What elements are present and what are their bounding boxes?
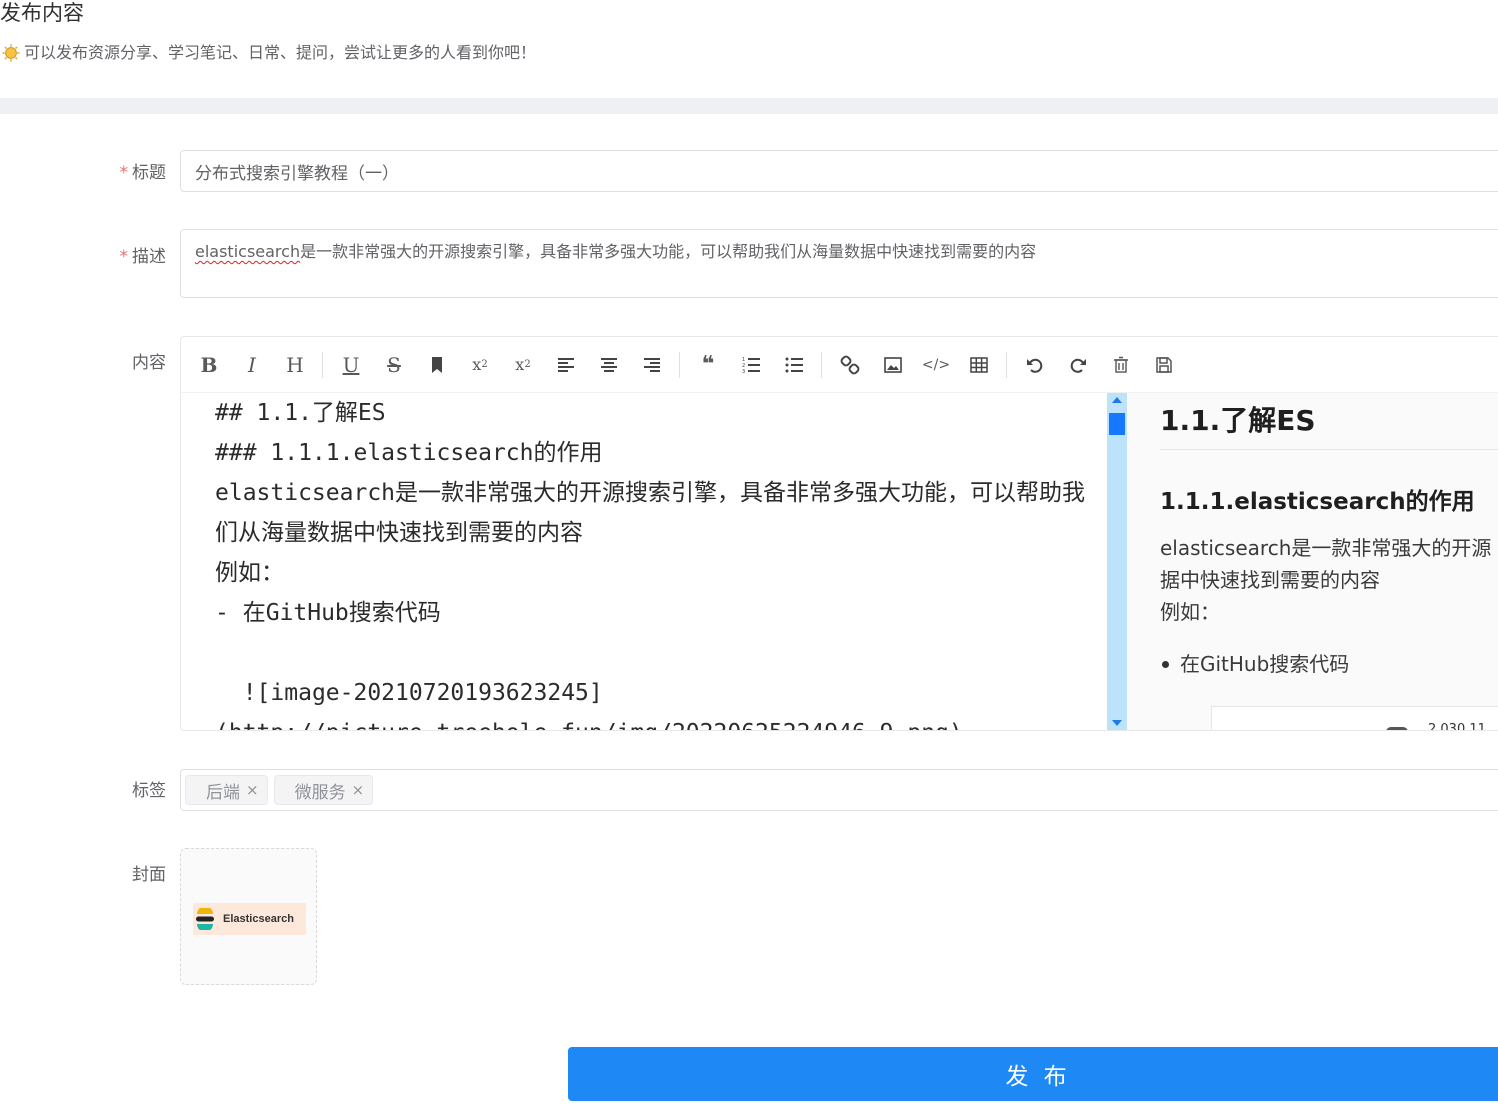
- cover-label: 封面: [132, 865, 166, 885]
- markdown-preview-pane: 1.1.了解ES 1.1.1.elasticsearch的作用 elastics…: [1127, 393, 1498, 731]
- content-label: 内容: [132, 353, 166, 373]
- page-tip: 可以发布资源分享、学习笔记、日常、提问，尝试让更多的人看到你吧！: [2, 42, 536, 64]
- bookmark-button[interactable]: [423, 351, 451, 379]
- preview-image-toggle: [1386, 727, 1408, 730]
- trash-icon: [1114, 356, 1128, 373]
- toolbar-separator: [1006, 351, 1007, 378]
- undo-icon: [1027, 358, 1043, 373]
- ordered-list-icon: 123: [742, 357, 760, 375]
- desc-label-text: 描述: [132, 247, 166, 267]
- image-icon: [884, 356, 902, 373]
- tags-input[interactable]: 后端 × 微服务 ×: [180, 769, 1498, 811]
- page-title: 发布内容: [0, 1, 84, 25]
- align-center-icon: [601, 357, 617, 372]
- tip-text: 可以发布资源分享、学习笔记、日常、提问，尝试让更多的人看到你吧！: [24, 43, 537, 62]
- preview-paragraph-line: 例如：: [1160, 600, 1220, 624]
- table-icon: [970, 356, 988, 373]
- link-icon: [840, 355, 860, 374]
- redo-icon: [1070, 358, 1086, 373]
- align-left-button[interactable]: [552, 351, 580, 379]
- unordered-list-button[interactable]: [780, 351, 808, 379]
- description-textarea[interactable]: elasticsearch是一款非常强大的开源搜索引擎，具备非常多强大功能，可以…: [180, 229, 1498, 298]
- tag-item: 微服务 ×: [273, 775, 374, 805]
- section-divider: [0, 98, 1498, 114]
- preview-paragraph-line: 据中快速找到需要的内容: [1160, 568, 1380, 592]
- tag-label: 微服务: [294, 782, 346, 803]
- toolbar-separator: [821, 351, 822, 378]
- markdown-input-pane[interactable]: ## 1.1.了解ES ### 1.1.1.elasticsearch的作用 e…: [181, 393, 1107, 730]
- preview-image: 2,030,11: [1211, 706, 1498, 731]
- italic-button[interactable]: I: [238, 351, 266, 379]
- cover-upload[interactable]: Elasticsearch: [180, 848, 317, 985]
- ordered-list-button[interactable]: 123: [737, 351, 765, 379]
- editor-scrollbar[interactable]: [1107, 393, 1127, 730]
- required-mark: *: [119, 247, 129, 267]
- align-center-button[interactable]: [595, 351, 623, 379]
- required-mark: *: [119, 163, 129, 183]
- preview-list-item: 在GitHub搜索代码: [1160, 648, 1498, 680]
- strikethrough-button[interactable]: S: [380, 351, 408, 379]
- undo-button[interactable]: [1021, 351, 1049, 379]
- underline-button[interactable]: U: [337, 351, 365, 379]
- toolbar-separator: [679, 351, 680, 378]
- sun-icon: [2, 44, 20, 62]
- title-input-value: 分布式搜索引擎教程（一）: [195, 163, 399, 184]
- scroll-up-arrow[interactable]: [1112, 397, 1122, 403]
- scroll-thumb[interactable]: [1109, 413, 1125, 435]
- cover-image-text: Elasticsearch: [223, 913, 294, 925]
- editor-toolbar: B I H U S x2 x2 ❝ 123 </>: [181, 337, 1498, 393]
- tag-label: 后端: [206, 782, 240, 803]
- redo-button[interactable]: [1064, 351, 1092, 379]
- preview-heading-3: 1.1.1.elasticsearch的作用: [1160, 489, 1475, 515]
- elasticsearch-logo-icon: [196, 908, 214, 930]
- bold-button[interactable]: B: [195, 351, 223, 379]
- align-left-icon: [558, 357, 574, 372]
- save-icon: [1156, 356, 1172, 373]
- align-right-button[interactable]: [638, 351, 666, 379]
- preview-paragraph-line: elasticsearch是一款非常强大的开源: [1160, 536, 1492, 560]
- scroll-down-arrow[interactable]: [1112, 720, 1122, 726]
- subscript-button[interactable]: x2: [509, 351, 537, 379]
- publish-button[interactable]: 发 布: [568, 1047, 1498, 1101]
- table-button[interactable]: [965, 351, 993, 379]
- code-button[interactable]: </>: [922, 351, 950, 379]
- toolbar-separator: [322, 351, 323, 378]
- link-button[interactable]: [836, 351, 864, 379]
- title-label: * 标题: [0, 162, 167, 184]
- unordered-list-icon: [785, 357, 803, 372]
- markdown-editor: B I H U S x2 x2 ❝ 123 </> ## 1.1.了解ES ##…: [180, 336, 1498, 731]
- save-button[interactable]: [1150, 351, 1178, 379]
- preview-paragraph: elasticsearch是一款非常强大的开源 据中快速找到需要的内容 例如：: [1160, 532, 1498, 628]
- title-input[interactable]: 分布式搜索引擎教程（一）: [180, 150, 1498, 192]
- desc-spellcheck-word: elasticsearch: [195, 242, 301, 261]
- tag-close-icon[interactable]: ×: [352, 781, 365, 799]
- quote-button[interactable]: ❝: [694, 351, 722, 379]
- svg-text:3: 3: [742, 369, 745, 375]
- title-label-text: 标题: [132, 163, 166, 183]
- superscript-button[interactable]: x2: [466, 351, 494, 379]
- heading-button[interactable]: H: [281, 351, 309, 379]
- preview-heading-2: 1.1.了解ES: [1160, 399, 1498, 450]
- preview-image-number: 2,030,11: [1428, 722, 1486, 731]
- bookmark-icon: [432, 356, 442, 373]
- align-right-icon: [644, 357, 660, 372]
- tag-close-icon[interactable]: ×: [246, 781, 259, 799]
- markdown-text: ## 1.1.了解ES ### 1.1.1.elasticsearch的作用 e…: [215, 400, 1086, 730]
- trash-button[interactable]: [1107, 351, 1135, 379]
- tag-item: 后端 ×: [185, 775, 268, 805]
- cover-image: Elasticsearch: [193, 903, 306, 935]
- desc-label: * 描述: [0, 246, 167, 268]
- image-button[interactable]: [879, 351, 907, 379]
- desc-value: 是一款非常强大的开源搜索引擎，具备非常多强大功能，可以帮助我们从海量数据中快速找…: [300, 242, 1037, 261]
- tags-label: 标签: [132, 781, 166, 801]
